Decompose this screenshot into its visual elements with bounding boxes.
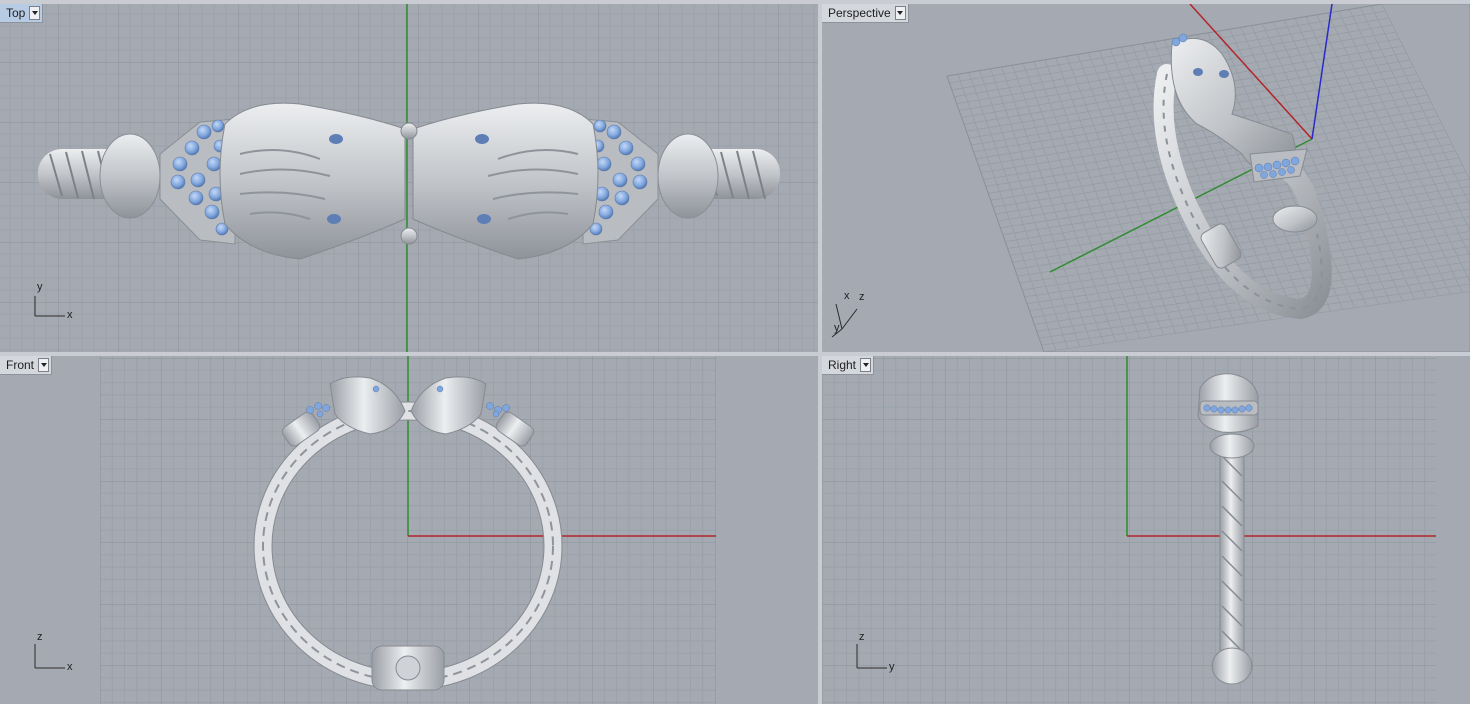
- viewport-title-perspective: Perspective: [828, 6, 891, 20]
- axis-label-y: y: [889, 661, 895, 673]
- chevron-down-icon[interactable]: [860, 358, 872, 372]
- axis-label-x: x: [844, 290, 850, 302]
- top-view-canvas[interactable]: [0, 4, 818, 352]
- viewport-front[interactable]: z x Front: [0, 356, 818, 704]
- viewport-perspective[interactable]: x z y Perspective: [822, 4, 1470, 352]
- axis-label-z: z: [859, 631, 865, 643]
- chevron-down-icon[interactable]: [38, 358, 50, 372]
- perspective-view-canvas[interactable]: [822, 4, 1470, 352]
- viewport-title-right: Right: [828, 358, 857, 372]
- axis-label-z: z: [37, 631, 43, 643]
- construction-grid: [822, 356, 1436, 704]
- right-view-canvas[interactable]: [822, 356, 1470, 704]
- viewport-top[interactable]: y x Top: [0, 4, 818, 352]
- viewport-tab-right[interactable]: Right: [822, 356, 875, 375]
- axis-label-x: x: [67, 661, 73, 673]
- viewport-tab-front[interactable]: Front: [0, 356, 53, 375]
- axis-label-z: z: [859, 291, 865, 303]
- viewport-title-front: Front: [6, 358, 35, 372]
- axis-label-y: y: [37, 281, 43, 293]
- chevron-down-icon[interactable]: [29, 6, 41, 20]
- viewport-right[interactable]: z y Right: [822, 356, 1470, 704]
- viewport-tab-perspective[interactable]: Perspective: [822, 4, 909, 23]
- viewport-title-top: Top: [6, 6, 26, 20]
- viewport-tab-top[interactable]: Top: [0, 4, 44, 23]
- axis-label-x: x: [67, 309, 73, 321]
- front-view-canvas[interactable]: [0, 356, 818, 704]
- axis-label-y: y: [834, 322, 840, 334]
- chevron-down-icon[interactable]: [894, 6, 906, 20]
- axes-icon: [34, 644, 65, 669]
